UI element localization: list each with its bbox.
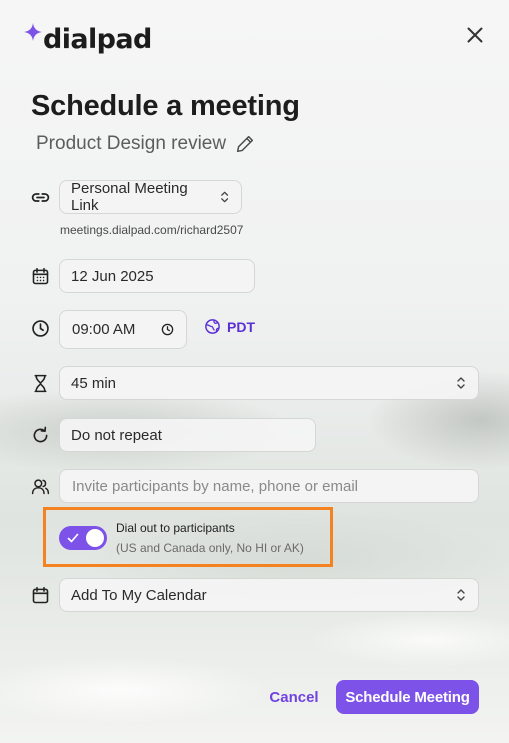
timezone-value: PDT <box>227 318 255 335</box>
chevron-up-down-icon <box>457 589 465 601</box>
time-value: 09:00 AM <box>72 321 136 338</box>
meeting-url: meetings.dialpad.com/richard2507 <box>60 223 244 237</box>
schedule-meeting-button[interactable]: Schedule Meeting <box>336 680 479 714</box>
chevron-up-down-icon <box>457 377 465 389</box>
participants-icon <box>29 475 51 497</box>
dialpad-logo: dialpad <box>24 22 152 62</box>
calendar-icon <box>29 265 51 287</box>
calendar-value: Add To My Calendar <box>71 586 207 604</box>
close-button[interactable] <box>462 22 488 48</box>
repeat-value: Do not repeat <box>71 426 162 444</box>
dial-out-toggle[interactable] <box>59 526 107 550</box>
meeting-link-value: Personal Meeting Link <box>71 180 188 214</box>
dial-out-note: (US and Canada only, No HI or AK) <box>116 541 304 555</box>
calendar-add-icon <box>29 584 51 606</box>
timezone-link[interactable]: PDT <box>204 318 255 335</box>
check-icon <box>67 533 79 543</box>
date-value: 12 Jun 2025 <box>71 267 154 285</box>
meeting-name: Product Design review <box>36 133 227 154</box>
calendar-select[interactable]: Add To My Calendar <box>59 578 479 612</box>
link-icon <box>29 186 51 208</box>
toggle-knob <box>86 529 104 547</box>
meeting-name-row: Product Design review <box>36 133 256 155</box>
chevron-up-down-icon <box>220 191 228 203</box>
meeting-link-select[interactable]: Personal Meeting Link <box>59 180 242 214</box>
close-icon <box>467 27 483 43</box>
time-picker-icon[interactable] <box>161 323 174 336</box>
page-title: Schedule a meeting <box>31 90 300 122</box>
spark-icon <box>24 23 42 41</box>
dial-out-label: Dial out to participants <box>116 521 235 535</box>
date-field[interactable]: 12 Jun 2025 <box>59 259 255 293</box>
duration-value: 45 min <box>71 374 117 392</box>
repeat-select[interactable]: Do not repeat <box>59 418 316 452</box>
time-field[interactable]: 09:00 AM <box>59 310 187 349</box>
hourglass-icon <box>29 372 51 394</box>
clock-icon <box>29 317 51 339</box>
cancel-button[interactable]: Cancel <box>266 681 322 713</box>
globe-icon <box>205 319 220 334</box>
duration-select[interactable]: 45 min <box>59 366 479 400</box>
edit-pencil-icon[interactable] <box>234 133 256 155</box>
logo-text: dialpad <box>43 24 152 55</box>
invite-participants-input[interactable] <box>59 469 479 503</box>
repeat-icon <box>29 424 51 446</box>
